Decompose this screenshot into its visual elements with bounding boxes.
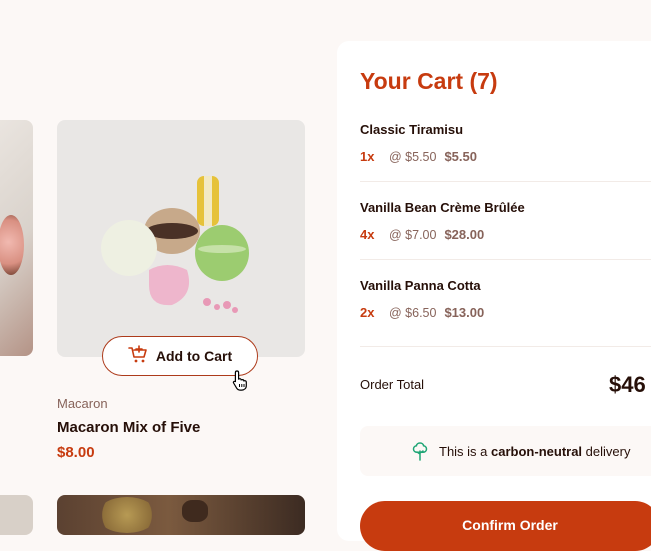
carbon-text-bold: carbon-neutral — [491, 443, 583, 459]
confirm-order-label: Confirm Order — [462, 517, 558, 533]
divider — [360, 259, 651, 260]
divider — [360, 181, 651, 182]
product-price: $8.00 — [57, 444, 95, 461]
hand-pointer-icon — [231, 369, 251, 396]
cart-plus-icon — [128, 344, 148, 368]
cart-item-qty: 2x — [360, 305, 375, 320]
cart-item-total: $28.00 — [444, 227, 485, 242]
cart-item: Classic Tiramisu 1x @ $5.50 $5.50 — [360, 122, 651, 164]
cart-item-qty: 4x — [360, 227, 375, 242]
product-image-partial — [0, 120, 33, 356]
macaron-illustration — [101, 176, 249, 313]
order-total-value: $46 — [609, 372, 646, 397]
product-image-spices — [57, 495, 305, 535]
product-image-partial-bottom — [0, 495, 33, 535]
add-to-cart-label: Add to Cart — [155, 348, 233, 364]
cart-panel: Your Cart (7) Classic Tiramisu 1x @ $5.5… — [337, 41, 651, 551]
divider — [360, 346, 651, 347]
product-category: Macaron — [57, 396, 108, 411]
cart-title: Your Cart (7) — [360, 68, 498, 94]
carbon-text-prefix: This is a — [439, 443, 488, 459]
star-anise — [182, 500, 208, 522]
dessert-shape — [0, 215, 24, 275]
product-name: Macaron Mix of Five — [57, 419, 201, 436]
product-image-macaron — [57, 120, 305, 357]
cart-item-name: Vanilla Bean Crème Brûlée — [360, 200, 525, 215]
confirm-order-button[interactable]: Confirm Order — [360, 501, 651, 551]
cart-item: Vanilla Panna Cotta 2x @ $6.50 $13.00 — [360, 278, 651, 320]
carbon-text-suffix: delivery — [585, 443, 631, 459]
cart-item-unit-price: @ $5.50 — [389, 150, 437, 164]
cart-item-total: $13.00 — [444, 305, 485, 320]
order-total-label: Order Total — [360, 377, 425, 392]
cart-item: Vanilla Bean Crème Brûlée 4x @ $7.00 $28… — [360, 200, 651, 242]
cart-item-name: Classic Tiramisu — [360, 122, 464, 137]
cart-item-total: $5.50 — [444, 149, 477, 164]
cart-item-qty: 1x — [360, 149, 375, 164]
cart-item-unit-price: @ $7.00 — [389, 228, 437, 242]
cart-item-name: Vanilla Panna Cotta — [360, 278, 481, 293]
carbon-neutral-banner: This is a carbon-neutral delivery — [360, 426, 651, 476]
tree-icon — [411, 441, 429, 464]
cart-item-unit-price: @ $6.50 — [389, 306, 437, 320]
